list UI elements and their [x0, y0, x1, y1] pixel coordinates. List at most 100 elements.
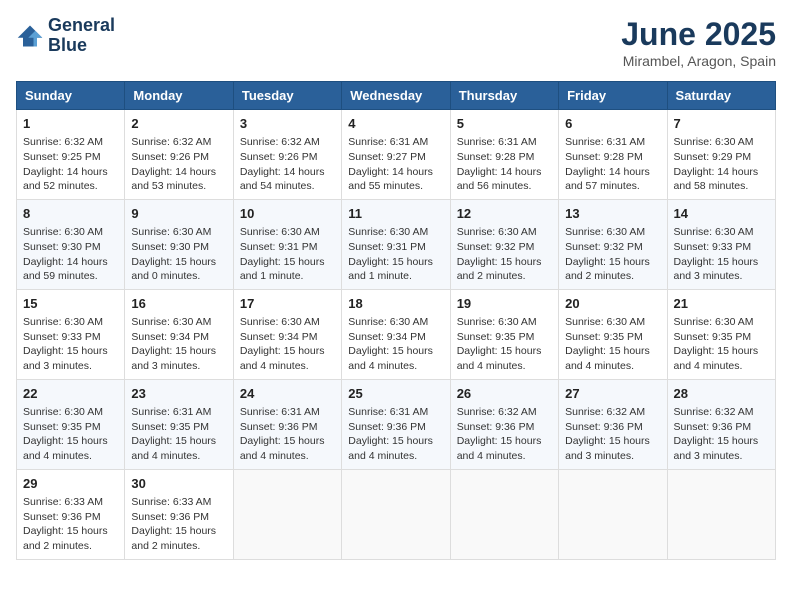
daylight-text: Daylight: 15 hours and 4 minutes.	[674, 345, 759, 372]
title-block: June 2025 Mirambel, Aragon, Spain	[621, 16, 776, 69]
sunset-text: Sunset: 9:36 PM	[131, 511, 209, 523]
daylight-text: Daylight: 15 hours and 3 minutes.	[23, 345, 108, 372]
sunrise-text: Sunrise: 6:32 AM	[240, 136, 320, 148]
column-header-thursday: Thursday	[450, 82, 558, 110]
daylight-text: Daylight: 14 hours and 54 minutes.	[240, 166, 325, 193]
sunset-text: Sunset: 9:31 PM	[240, 241, 318, 253]
daylight-text: Daylight: 15 hours and 3 minutes.	[674, 256, 759, 283]
calendar-cell: 16Sunrise: 6:30 AMSunset: 9:34 PMDayligh…	[125, 289, 233, 379]
calendar-cell: 21Sunrise: 6:30 AMSunset: 9:35 PMDayligh…	[667, 289, 775, 379]
calendar-cell: 28Sunrise: 6:32 AMSunset: 9:36 PMDayligh…	[667, 379, 775, 469]
calendar-cell: 18Sunrise: 6:30 AMSunset: 9:34 PMDayligh…	[342, 289, 450, 379]
day-number: 26	[457, 385, 552, 403]
sunrise-text: Sunrise: 6:30 AM	[674, 226, 754, 238]
day-number: 8	[23, 205, 118, 223]
calendar-cell: 19 Sunrise: 6:30 AM Sunset: 9:35 PM Dayligh…	[450, 289, 558, 379]
sunset-text: Sunset: 9:33 PM	[674, 241, 752, 253]
sunrise-text: Sunrise: 6:30 AM	[131, 316, 211, 328]
week-row-2: 8 Sunrise: 6:30 AM Sunset: 9:30 PM Daylight…	[17, 199, 776, 289]
column-header-saturday: Saturday	[667, 82, 775, 110]
sunset-text: Sunset: 9:35 PM	[131, 421, 209, 433]
calendar-cell: 13Sunrise: 6:30 AMSunset: 9:32 PMDayligh…	[559, 199, 667, 289]
logo-line2: Blue	[48, 36, 115, 56]
sunrise-text: Sunrise: 6:31 AM	[348, 406, 428, 418]
day-number: 23	[131, 385, 226, 403]
calendar-cell: 5Sunrise: 6:31 AMSunset: 9:28 PMDaylight…	[450, 110, 558, 200]
calendar-cell: 14Sunrise: 6:30 AMSunset: 9:33 PMDayligh…	[667, 199, 775, 289]
day-number: 13	[565, 205, 660, 223]
sunset-text: Sunset: 9:34 PM	[131, 331, 209, 343]
calendar-cell: 20Sunrise: 6:30 AMSunset: 9:35 PMDayligh…	[559, 289, 667, 379]
sunrise-text: Sunrise: 6:30 AM	[674, 316, 754, 328]
day-number: 9	[131, 205, 226, 223]
day-number: 17	[240, 295, 335, 313]
column-header-wednesday: Wednesday	[342, 82, 450, 110]
logo-icon	[16, 22, 44, 50]
sunset-text: Sunset: 9:25 PM	[23, 151, 101, 163]
day-number: 5	[457, 115, 552, 133]
daylight-text: Daylight: 15 hours and 4 minutes.	[348, 345, 433, 372]
sunrise-text: Sunrise: 6:30 AM	[348, 226, 428, 238]
daylight-text: Daylight: 15 hours and 4 minutes.	[240, 345, 325, 372]
daylight-text: Daylight: 15 hours and 4 minutes.	[565, 345, 650, 372]
daylight-text: Daylight: 15 hours and 2 minutes.	[565, 256, 650, 283]
calendar-cell: 15Sunrise: 6:30 AMSunset: 9:33 PMDayligh…	[17, 289, 125, 379]
day-number: 3	[240, 115, 335, 133]
calendar-cell: 26Sunrise: 6:32 AMSunset: 9:36 PMDayligh…	[450, 379, 558, 469]
daylight-text: Daylight: 15 hours and 4 minutes.	[457, 345, 542, 372]
sunset-text: Sunset: 9:27 PM	[348, 151, 426, 163]
daylight-text: Daylight: 15 hours and 4 minutes.	[348, 435, 433, 462]
calendar-cell: 9Sunrise: 6:30 AMSunset: 9:30 PMDaylight…	[125, 199, 233, 289]
calendar-cell	[559, 469, 667, 559]
sunrise-text: Sunrise: 6:30 AM	[457, 316, 537, 328]
calendar-cell: 27Sunrise: 6:32 AMSunset: 9:36 PMDayligh…	[559, 379, 667, 469]
sunset-text: Sunset: 9:35 PM	[674, 331, 752, 343]
calendar-cell: 1Sunrise: 6:32 AMSunset: 9:25 PMDaylight…	[17, 110, 125, 200]
daylight-text: Daylight: 15 hours and 2 minutes.	[131, 525, 216, 552]
calendar-cell: 6Sunrise: 6:31 AMSunset: 9:28 PMDaylight…	[559, 110, 667, 200]
sunset-text: Sunset: 9:35 PM	[457, 331, 535, 343]
sunset-text: Sunset: 9:32 PM	[457, 241, 535, 253]
calendar-cell: 12Sunrise: 6:30 AMSunset: 9:32 PMDayligh…	[450, 199, 558, 289]
sunrise-text: Sunrise: 6:30 AM	[23, 316, 103, 328]
calendar-cell	[233, 469, 341, 559]
sunrise-text: Sunrise: 6:30 AM	[131, 226, 211, 238]
sunrise-text: Sunrise: 6:30 AM	[23, 226, 103, 238]
day-number: 24	[240, 385, 335, 403]
day-number: 19	[457, 295, 552, 313]
calendar-cell: 22Sunrise: 6:30 AMSunset: 9:35 PMDayligh…	[17, 379, 125, 469]
calendar-header-row: SundayMondayTuesdayWednesdayThursdayFrid…	[17, 82, 776, 110]
sunset-text: Sunset: 9:34 PM	[240, 331, 318, 343]
sunrise-text: Sunrise: 6:30 AM	[348, 316, 428, 328]
daylight-text: Daylight: 14 hours and 56 minutes.	[457, 166, 542, 193]
day-number: 15	[23, 295, 118, 313]
sunset-text: Sunset: 9:30 PM	[23, 241, 101, 253]
calendar-table: SundayMondayTuesdayWednesdayThursdayFrid…	[16, 81, 776, 560]
sunrise-text: Sunrise: 6:33 AM	[23, 496, 103, 508]
day-number: 1	[23, 115, 118, 133]
daylight-text: Daylight: 14 hours and 53 minutes.	[131, 166, 216, 193]
sunset-text: Sunset: 9:35 PM	[23, 421, 101, 433]
sunrise-text: Sunrise: 6:32 AM	[565, 406, 645, 418]
day-number: 18	[348, 295, 443, 313]
calendar-cell: 4Sunrise: 6:31 AMSunset: 9:27 PMDaylight…	[342, 110, 450, 200]
calendar-cell: 11Sunrise: 6:30 AMSunset: 9:31 PMDayligh…	[342, 199, 450, 289]
sunrise-text: Sunrise: 6:30 AM	[240, 226, 320, 238]
calendar-cell: 8Sunrise: 6:30 AMSunset: 9:30 PMDaylight…	[17, 199, 125, 289]
day-number: 20	[565, 295, 660, 313]
day-number: 10	[240, 205, 335, 223]
daylight-text: Daylight: 15 hours and 4 minutes.	[23, 435, 108, 462]
calendar-cell: 30Sunrise: 6:33 AMSunset: 9:36 PMDayligh…	[125, 469, 233, 559]
sunrise-text: Sunrise: 6:30 AM	[674, 136, 754, 148]
daylight-text: Daylight: 15 hours and 2 minutes.	[457, 256, 542, 283]
daylight-text: Daylight: 14 hours and 57 minutes.	[565, 166, 650, 193]
sunset-text: Sunset: 9:36 PM	[565, 421, 643, 433]
location: Mirambel, Aragon, Spain	[621, 53, 776, 69]
week-row-5: 29Sunrise: 6:33 AMSunset: 9:36 PMDayligh…	[17, 469, 776, 559]
column-header-friday: Friday	[559, 82, 667, 110]
calendar-cell: 10Sunrise: 6:30 AMSunset: 9:31 PMDayligh…	[233, 199, 341, 289]
daylight-text: Daylight: 14 hours and 55 minutes.	[348, 166, 433, 193]
day-number: 11	[348, 205, 443, 223]
day-number: 2	[131, 115, 226, 133]
day-number: 4	[348, 115, 443, 133]
